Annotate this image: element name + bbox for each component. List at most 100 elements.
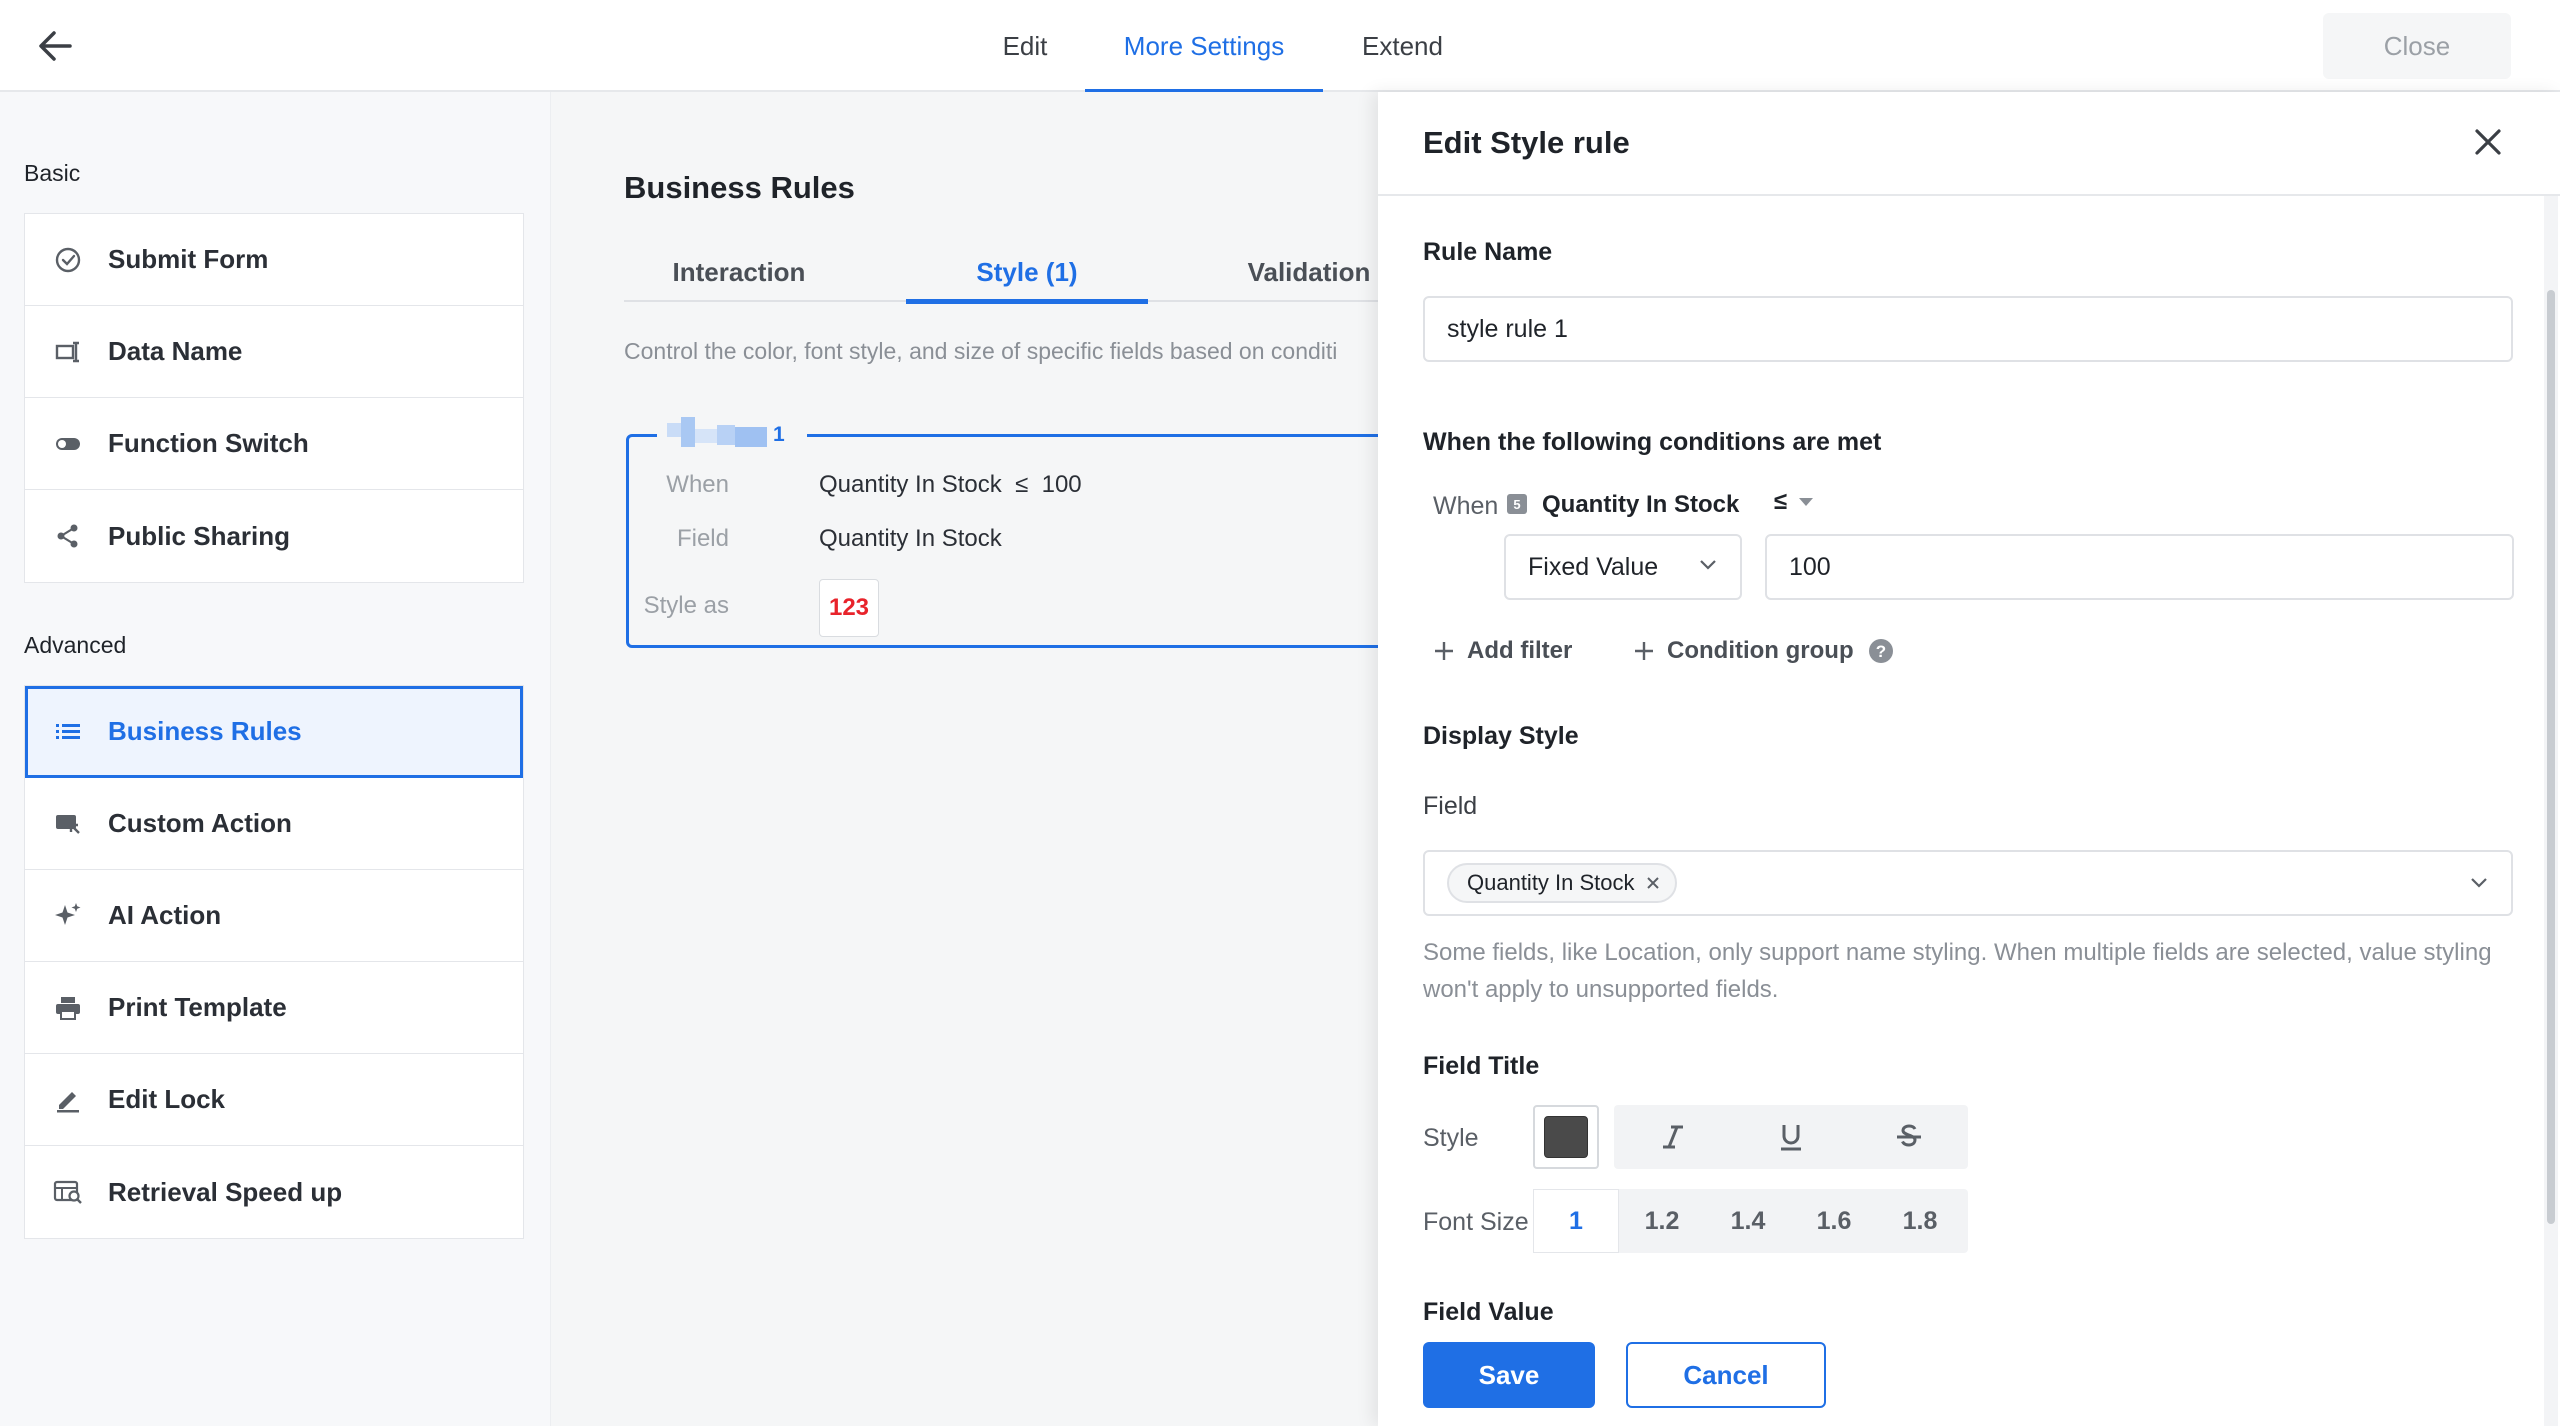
text-style-toggles — [1614, 1105, 1968, 1169]
field-multi-select[interactable]: Quantity In Stock — [1423, 850, 2513, 916]
field-title-label: Field Title — [1423, 1052, 1540, 1080]
sidebar-item-label: Custom Action — [108, 808, 292, 838]
caret-down-icon — [1797, 496, 1815, 508]
sidebar-item-label: Business Rules — [108, 716, 302, 746]
operator-select[interactable]: ≤ — [1774, 488, 1815, 516]
style-label: Style — [1423, 1124, 1479, 1152]
sidebar-item-label: Edit Lock — [108, 1084, 226, 1114]
sidebar-item-label: Print Template — [108, 992, 287, 1022]
page-title: Business Rules — [624, 170, 855, 205]
help-icon[interactable]: ? — [1868, 638, 1894, 664]
printer-icon — [53, 993, 83, 1023]
conditions-label: When the following conditions are met — [1423, 428, 1882, 456]
value-type-text: Fixed Value — [1528, 552, 1659, 581]
sidebar-item-label: Data Name — [108, 336, 243, 366]
blurred-pixel — [695, 429, 717, 443]
cancel-button[interactable]: Cancel — [1626, 1342, 1826, 1408]
toggle-icon — [53, 429, 83, 459]
selected-field-tag: Quantity In Stock — [1447, 863, 1677, 903]
tab-more-settings[interactable]: More Settings — [1085, 0, 1323, 94]
font-size-label: Font Size — [1423, 1208, 1529, 1236]
edit-style-rule-drawer: Edit Style rule Rule Name When the follo… — [1378, 92, 2560, 1426]
tab-style[interactable]: Style (1) — [906, 242, 1148, 304]
advanced-menu-group: Business Rules Custom Action AI Action P… — [24, 685, 524, 1239]
blurred-pixel — [667, 423, 681, 437]
font-size-option-1-8[interactable]: 1.8 — [1877, 1189, 1963, 1253]
style-rule-card[interactable]: 1 When Quantity In Stock ≤ 100 Field Qua… — [626, 415, 1386, 648]
sidebar-item-business-rules[interactable]: Business Rules — [25, 686, 523, 778]
blurred-pixel — [681, 417, 695, 447]
drawer-title: Edit Style rule — [1423, 125, 1630, 160]
tab-validation[interactable]: Validation — [1239, 242, 1379, 302]
top-navigation-bar: Edit More Settings Extend Close — [0, 0, 2560, 94]
sidebar-item-label: AI Action — [108, 900, 222, 930]
rule-style-label: Style as — [643, 592, 729, 619]
italic-toggle[interactable] — [1614, 1105, 1732, 1169]
scrollbar-thumb[interactable] — [2547, 290, 2555, 1224]
rule-name-input[interactable] — [1423, 296, 2513, 362]
font-size-option-1-6[interactable]: 1.6 — [1791, 1189, 1877, 1253]
custom-action-icon — [53, 809, 83, 839]
list-icon — [53, 717, 83, 747]
display-style-label: Display Style — [1423, 722, 1579, 750]
style-rules-description: Control the color, font style, and size … — [624, 338, 1338, 364]
tab-edit[interactable]: Edit — [985, 0, 1065, 92]
rule-field-label: Field — [676, 525, 729, 552]
tab-extend[interactable]: Extend — [1345, 0, 1460, 92]
sidebar-item-retrieval-speed-up[interactable]: Retrieval Speed up — [25, 1146, 523, 1238]
value-type-select[interactable]: Fixed Value — [1504, 534, 1742, 600]
condition-field-name: Quantity In Stock — [1542, 491, 1740, 518]
back-arrow-icon[interactable] — [36, 28, 76, 64]
sidebar-item-label: Public Sharing — [108, 520, 291, 551]
strikethrough-toggle[interactable] — [1850, 1105, 1968, 1169]
font-size-option-1-4[interactable]: 1.4 — [1705, 1189, 1791, 1253]
add-filter-label: Add filter — [1467, 637, 1573, 664]
sidebar-item-label: Retrieval Speed up — [108, 1176, 343, 1207]
color-picker[interactable] — [1533, 1105, 1599, 1169]
field-value-label: Field Value — [1423, 1298, 1554, 1326]
blurred-pixel — [717, 425, 735, 445]
save-button[interactable]: Save — [1423, 1342, 1595, 1408]
tab-interaction[interactable]: Interaction — [664, 242, 814, 302]
add-filter-button[interactable]: Add filter — [1433, 637, 1572, 665]
data-name-icon — [53, 337, 83, 367]
svg-text:?: ? — [1875, 642, 1885, 661]
close-button[interactable]: Close — [2323, 13, 2511, 79]
rule-field-value: Quantity In Stock — [819, 525, 1002, 552]
basic-menu-group: Submit Form Data Name Function Switch Pu… — [24, 213, 524, 583]
sidebar-item-custom-action[interactable]: Custom Action — [25, 778, 523, 870]
condition-value-input[interactable] — [1765, 534, 2514, 600]
font-size-selector: 1 1.2 1.4 1.6 1.8 — [1533, 1189, 1968, 1253]
drawer-scrollbar[interactable] — [2544, 196, 2558, 1426]
field-label: Field — [1423, 792, 1478, 820]
sidebar-item-label: Submit Form — [108, 244, 269, 274]
rule-name-label: Rule Name — [1423, 238, 1553, 266]
business-rules-panel: Business Rules Interaction Style (1) Val… — [552, 92, 1386, 1426]
chevron-down-icon — [2469, 876, 2489, 890]
rule-number: 1 — [773, 423, 785, 446]
blurred-pixel — [735, 427, 767, 447]
sidebar-item-function-switch[interactable]: Function Switch — [25, 398, 523, 490]
tag-remove-icon[interactable] — [1645, 875, 1661, 891]
style-preview-sample: 123 — [819, 579, 879, 637]
close-icon[interactable] — [2468, 122, 2508, 162]
italic-icon — [1659, 1123, 1687, 1151]
settings-sidebar: Basic Submit Form Data Name Function Swi… — [0, 92, 551, 1426]
font-size-option-1-2[interactable]: 1.2 — [1619, 1189, 1705, 1253]
condition-group-button[interactable]: Condition group ? — [1633, 637, 1894, 665]
section-label-advanced: Advanced — [24, 632, 127, 658]
sidebar-item-edit-lock[interactable]: Edit Lock — [25, 1054, 523, 1146]
sidebar-item-ai-action[interactable]: AI Action — [25, 870, 523, 962]
font-size-option-1[interactable]: 1 — [1533, 1189, 1619, 1253]
plus-icon — [1433, 640, 1455, 662]
underline-toggle[interactable] — [1732, 1105, 1850, 1169]
rule-type-tabs: Interaction Style (1) Validation — [624, 242, 1384, 304]
sidebar-item-data-name[interactable]: Data Name — [25, 306, 523, 398]
condition-group-label: Condition group — [1667, 637, 1854, 664]
sidebar-item-public-sharing[interactable]: Public Sharing — [25, 490, 523, 582]
sidebar-item-submit-form[interactable]: Submit Form — [25, 214, 523, 306]
sidebar-item-print-template[interactable]: Print Template — [25, 962, 523, 1054]
section-label-basic: Basic — [24, 160, 81, 186]
retrieval-icon — [53, 1177, 83, 1207]
number-field-type-icon: 5 — [1507, 494, 1527, 514]
